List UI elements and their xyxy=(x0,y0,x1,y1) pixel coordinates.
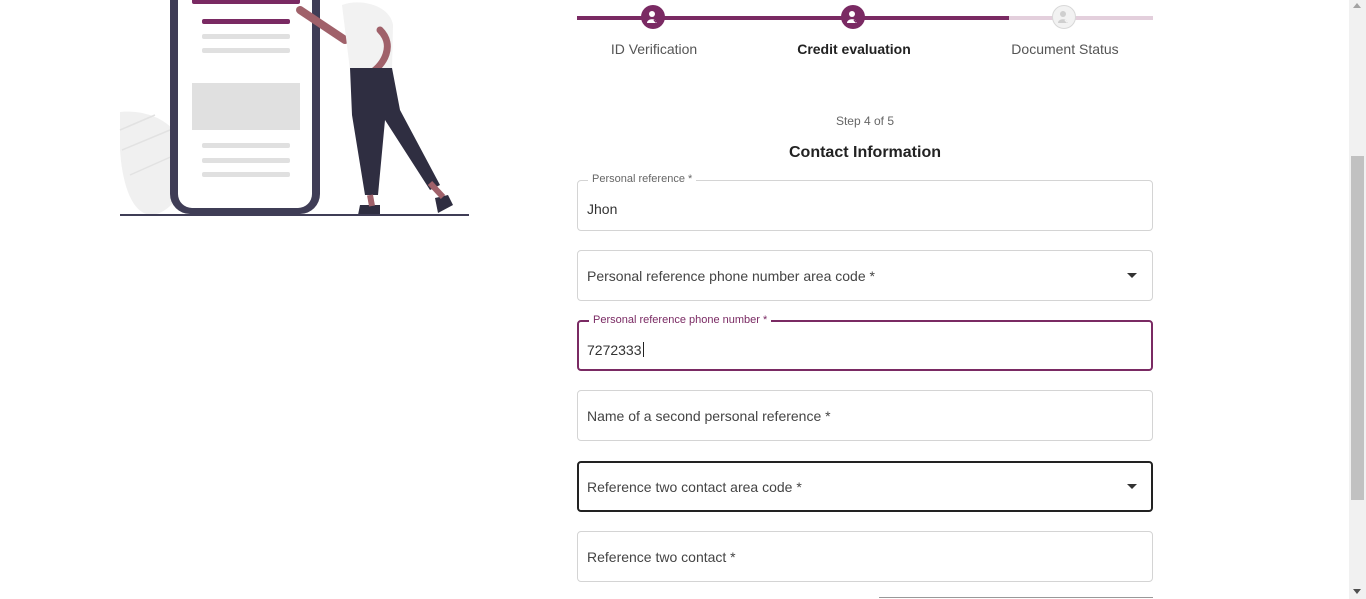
personal-reference-value: Jhon xyxy=(587,201,618,217)
second-reference-name-field[interactable]: Name of a second personal reference * xyxy=(577,390,1153,441)
personal-reference-area-code-placeholder: Personal reference phone number area cod… xyxy=(587,268,875,284)
step-label-credit-evaluation: Credit evaluation xyxy=(797,41,911,57)
personal-reference-label: Personal reference * xyxy=(588,173,697,185)
step-id-verification-icon[interactable] xyxy=(641,5,665,29)
section-title: Contact Information xyxy=(789,144,941,161)
personal-reference-phone-value-wrap: 7272333 xyxy=(587,342,644,358)
vertical-scrollbar[interactable] xyxy=(1349,0,1366,599)
progress-stepper: ID Verification Credit evaluation Docume… xyxy=(577,0,1153,70)
step-document-status-icon[interactable] xyxy=(1052,5,1076,29)
reference-two-area-code-placeholder: Reference two contact area code * xyxy=(587,479,802,495)
step-counter: Step 4 of 5 xyxy=(835,114,895,128)
chevron-down-icon[interactable] xyxy=(1127,273,1137,278)
reference-two-contact-placeholder: Reference two contact * xyxy=(587,549,736,565)
personal-reference-phone-value: 7272333 xyxy=(587,342,642,358)
text-cursor xyxy=(642,342,644,357)
step-label-document-status: Document Status xyxy=(1011,41,1119,57)
personal-reference-phone-field[interactable]: Personal reference phone number * 727233… xyxy=(577,314,1153,371)
scroll-up-arrow-icon[interactable] xyxy=(1353,3,1361,8)
stepper-track-remaining xyxy=(1009,16,1153,20)
reference-two-area-code-select[interactable]: Reference two contact area code * xyxy=(577,461,1153,512)
second-reference-name-placeholder: Name of a second personal reference * xyxy=(587,408,831,424)
personal-reference-phone-label: Personal reference phone number * xyxy=(589,314,772,326)
personal-reference-field[interactable]: Personal reference * Jhon xyxy=(577,173,1153,231)
scrollbar-thumb[interactable] xyxy=(1351,156,1364,500)
phone-person-illustration xyxy=(110,0,480,220)
personal-reference-area-code-select[interactable]: Personal reference phone number area cod… xyxy=(577,250,1153,301)
chevron-down-icon[interactable] xyxy=(1127,484,1137,489)
step-credit-evaluation-icon[interactable] xyxy=(841,5,865,29)
scroll-down-arrow-icon[interactable] xyxy=(1353,589,1361,594)
reference-two-contact-field[interactable]: Reference two contact * xyxy=(577,531,1153,582)
step-label-id-verification: ID Verification xyxy=(610,41,698,57)
